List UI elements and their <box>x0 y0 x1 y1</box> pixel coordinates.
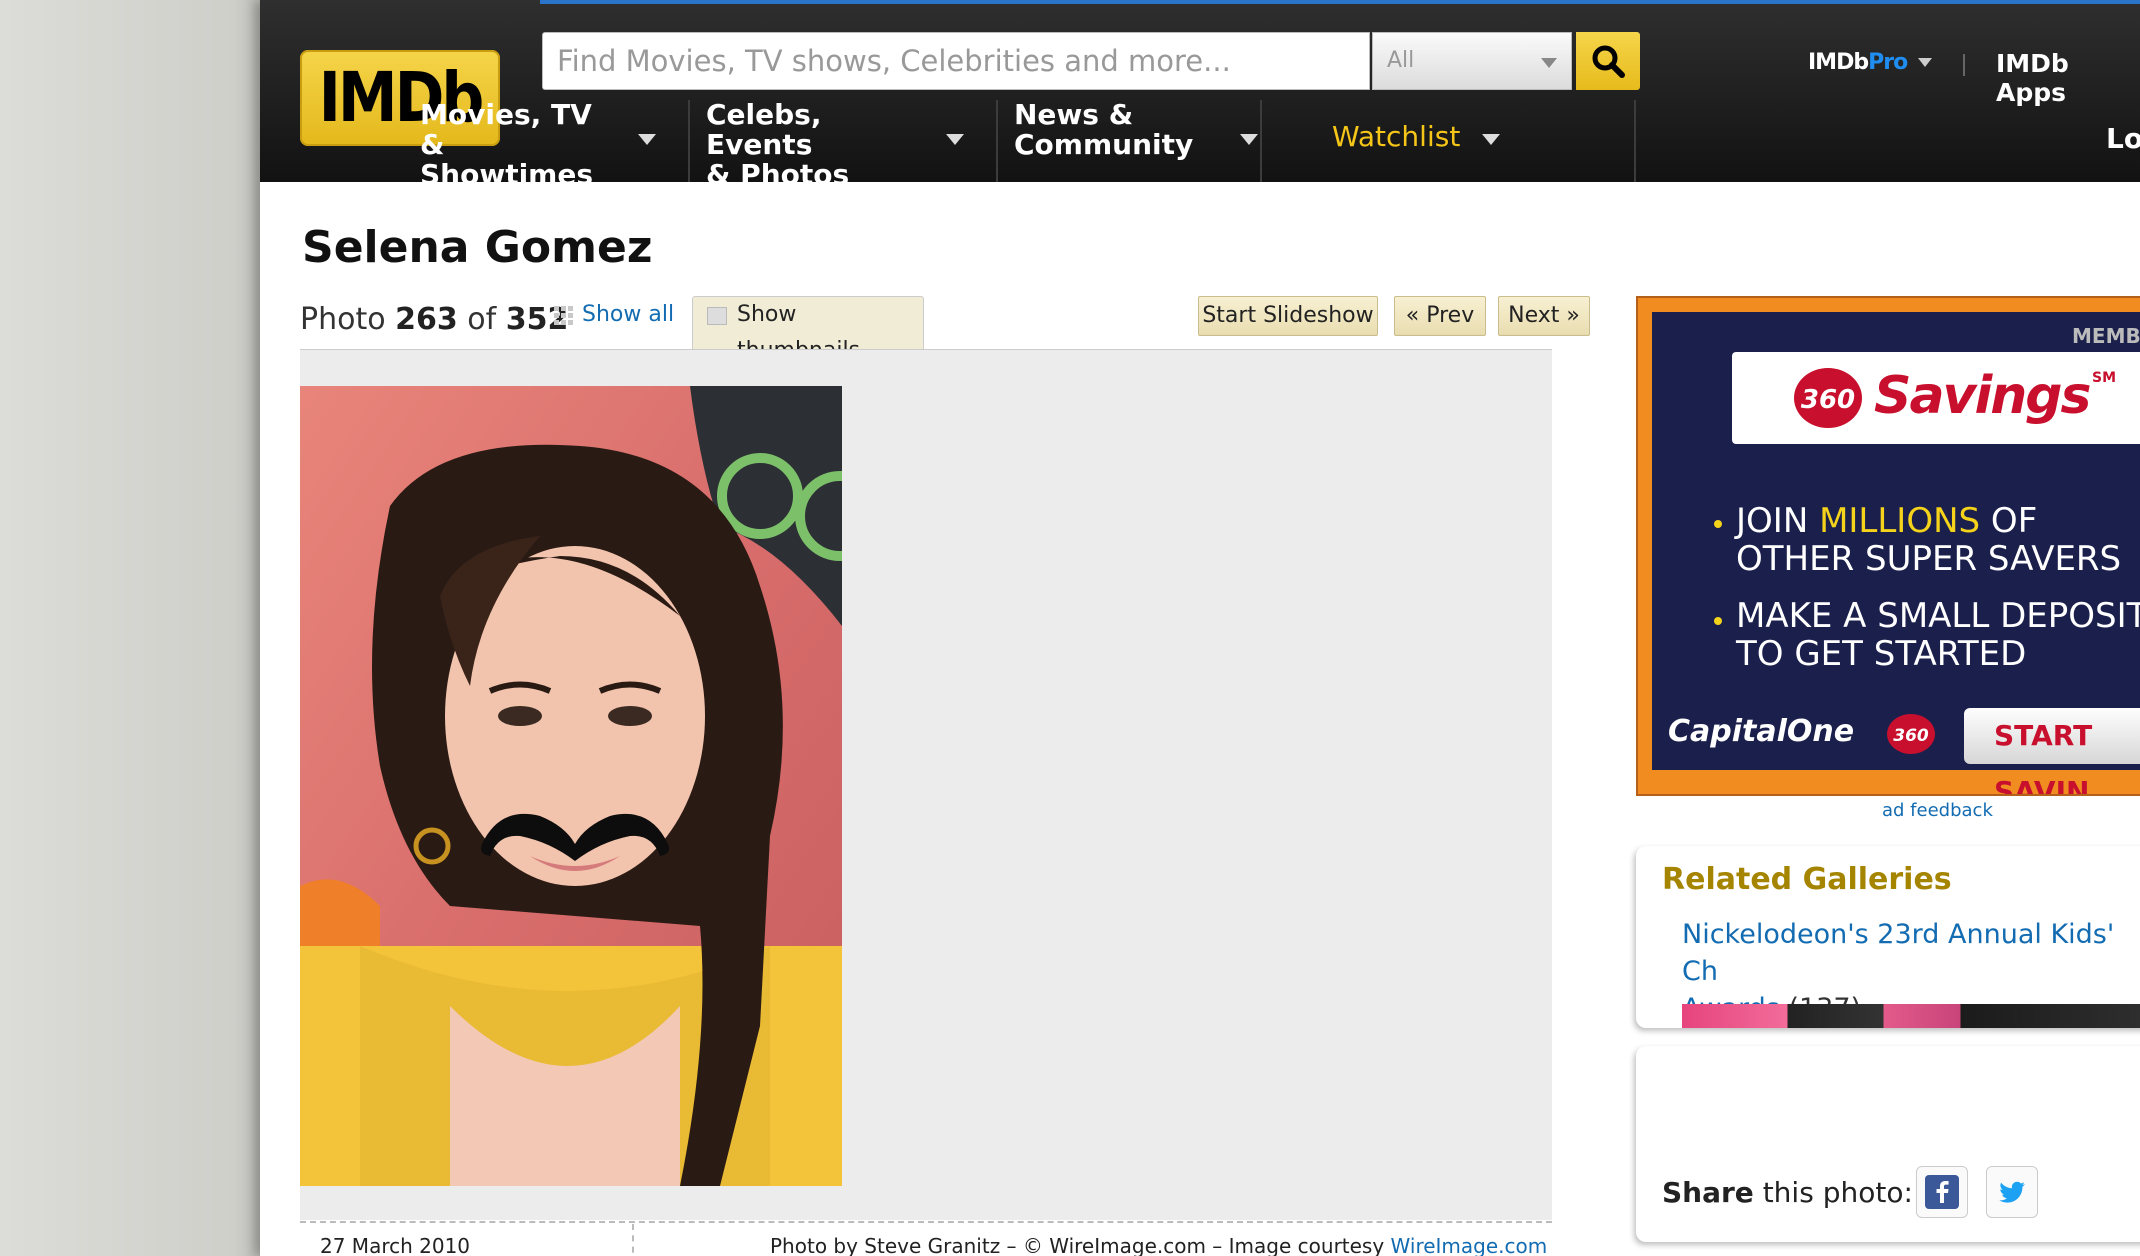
gallery-name-line1: Nickelodeon's 23rd Annual Kids' Ch <box>1682 919 2115 987</box>
start-saving-button[interactable]: START SAVIN <box>1964 708 2140 794</box>
site-header: IMDb Find Movies, TV shows, Celebrities … <box>260 0 2140 190</box>
ad-sm: SM <box>2092 370 2117 386</box>
360-logo-icon: 360 <box>1794 368 1862 428</box>
search-input[interactable]: Find Movies, TV shows, Celebrities and m… <box>542 32 1370 90</box>
capital-one-text: CapitalOne <box>1668 714 1855 749</box>
nav-divider <box>996 100 998 182</box>
search-category-value: All <box>1387 48 1415 73</box>
nav-label-line1: Celebs, Events <box>706 98 822 161</box>
share-bold: Share <box>1662 1176 1754 1209</box>
credit-link[interactable]: WireImage.com <box>1391 1234 1548 1256</box>
bullet1-highlight: MILLIONS <box>1819 501 1981 541</box>
ad-member-text: MEMBE <box>2072 324 2140 348</box>
bullet2-line2: TO GET STARTED <box>1736 634 2027 674</box>
start-slideshow-button[interactable]: Start Slideshow <box>1198 296 1378 336</box>
advertisement[interactable]: MEMBE 360 Savings SM JOIN MILLIONS OF OT… <box>1636 296 2140 796</box>
bullet-icon <box>1714 617 1722 625</box>
related-thumbnails[interactable] <box>1682 1004 2140 1028</box>
photo-credit: Photo by Steve Granitz – © WireImage.com… <box>770 1234 1547 1256</box>
imdbpro-link[interactable]: IMDbPro <box>1808 50 1908 75</box>
search-category-select[interactable]: All <box>1372 32 1572 90</box>
chevron-down-icon <box>1482 134 1500 145</box>
chevron-down-icon[interactable] <box>1918 58 1932 67</box>
facebook-icon <box>1925 1175 1959 1209</box>
browser-background <box>0 0 260 1256</box>
360-badge-icon: 360 <box>1887 714 1935 754</box>
search-button[interactable] <box>1576 32 1640 90</box>
loading-bar <box>540 0 2140 4</box>
nav-divider <box>688 100 690 182</box>
capital-one-logo: CapitalOne <box>1668 714 1854 749</box>
nav-label-line2: & Showtimes <box>420 128 594 191</box>
grid-icon <box>554 306 573 325</box>
share-card: Share this photo: <box>1636 1046 2140 1242</box>
facebook-share-button[interactable] <box>1916 1166 1968 1218</box>
chevron-down-icon <box>638 134 656 145</box>
ad-brand-sign: 360 Savings SM <box>1732 352 2140 444</box>
watchlist-label: Watchlist <box>1332 120 1461 153</box>
imdb-apps-link[interactable]: IMDb Apps <box>1996 49 2140 107</box>
nav-label-line1: Movies, TV <box>420 98 592 131</box>
nav-label-line1: News & <box>1014 98 1134 131</box>
bullet1-line2: OTHER SUPER SAVERS <box>1736 539 2122 579</box>
capital-badge: 360 <box>1893 726 1929 746</box>
nav-celebs-events[interactable]: Celebs, Events & Photos <box>706 98 964 190</box>
related-galleries-card: Related Galleries Nickelodeon's 23rd Ann… <box>1636 846 2140 1028</box>
ad-savings-word: Savings <box>1874 366 2091 426</box>
nav-label-line2: Community <box>1014 128 1194 161</box>
share-label: Share this photo: <box>1662 1176 1913 1209</box>
ad-bullet-2: MAKE A SMALL DEPOSIT TO GET STARTED <box>1736 597 2140 673</box>
nav-watchlist[interactable]: Watchlist <box>1332 122 1532 204</box>
nav-news-community[interactable]: News & Community <box>1014 98 1258 182</box>
bullet2-line1: MAKE A SMALL DEPOSIT <box>1736 596 2140 636</box>
nav-movies-tv[interactable]: Movies, TV & Showtimes <box>420 98 656 190</box>
share-rest: this photo: <box>1753 1176 1913 1209</box>
ad-panel: MEMBE 360 Savings SM JOIN MILLIONS OF OT… <box>1652 312 2140 794</box>
page-title: Selena Gomez <box>302 222 653 273</box>
pro-prefix: IMDb <box>1808 50 1869 75</box>
brand-number: 360 <box>1801 385 1855 415</box>
photo-footer-divider <box>300 1221 1552 1223</box>
twitter-share-button[interactable] <box>1986 1166 2038 1218</box>
bullet-icon <box>1714 520 1722 528</box>
credit-text: Photo by Steve Granitz – © WireImage.com… <box>770 1234 1391 1256</box>
prev-button[interactable]: « Prev <box>1394 296 1486 336</box>
show-thumbnails-tab[interactable]: Show thumbnails <box>692 296 924 363</box>
chevron-down-icon <box>946 134 964 145</box>
twitter-icon <box>1999 1181 2025 1203</box>
ad-feedback-link[interactable]: ad feedback <box>1882 800 1993 821</box>
nav-label-line2: & Photos <box>706 158 850 191</box>
of-word: of <box>467 302 497 337</box>
header-divider <box>1963 54 1965 76</box>
thumbnails-icon <box>707 307 727 325</box>
related-galleries-heading: Related Galleries <box>1662 862 1952 897</box>
photo-word: Photo <box>300 302 386 337</box>
login-link[interactable]: Log <box>2106 122 2140 155</box>
bullet1-c: OF <box>1980 501 2038 541</box>
ad-bullet-1: JOIN MILLIONS OF OTHER SUPER SAVERS <box>1736 502 2121 578</box>
show-all-link[interactable]: Show all <box>582 302 674 327</box>
imdb-page: IMDb Find Movies, TV shows, Celebrities … <box>260 0 2140 1256</box>
chevron-down-icon <box>1240 134 1258 145</box>
next-button[interactable]: Next » <box>1498 296 1590 336</box>
chevron-down-icon <box>1541 58 1557 68</box>
photo-footer-separator <box>632 1224 634 1256</box>
bullet1-a: JOIN <box>1736 501 1820 541</box>
main-photo[interactable] <box>300 386 842 1186</box>
photo-counter: Photo 263 of 352 <box>300 302 568 337</box>
nav-divider <box>1634 100 1636 182</box>
nav-divider <box>1260 100 1262 182</box>
photo-index: 263 <box>395 302 458 337</box>
photo-date: 27 March 2010 <box>320 1234 471 1256</box>
pro-suffix: Pro <box>1868 50 1908 75</box>
search-icon <box>1592 45 1625 78</box>
